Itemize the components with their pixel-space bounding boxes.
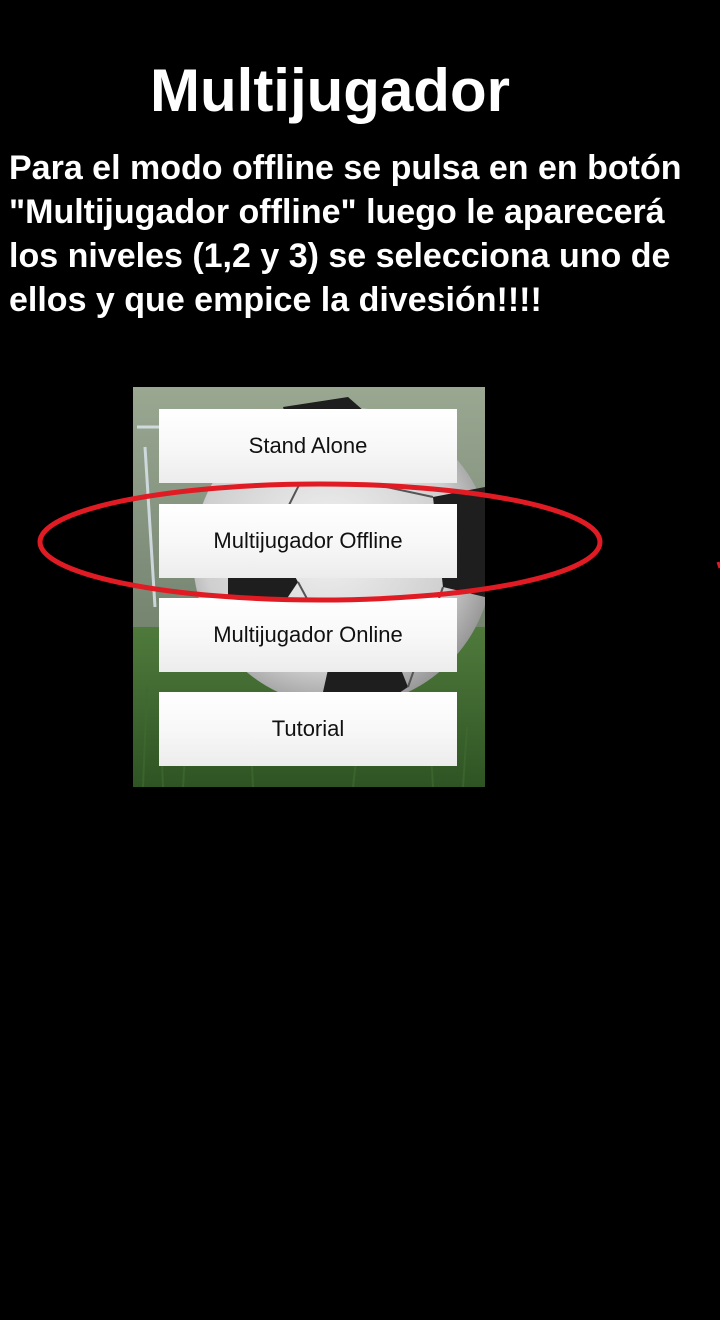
multijugador-online-button[interactable]: Multijugador Online <box>159 598 457 672</box>
multijugador-offline-button[interactable]: Multijugador Offline <box>159 504 457 578</box>
app-menu-screenshot: Stand Alone Multijugador Offline Multiju… <box>133 387 485 787</box>
instructions-text: Para el modo offline se pulsa en en botó… <box>9 149 682 319</box>
page-title: Multijugador <box>150 57 510 124</box>
tutorial-button[interactable]: Tutorial <box>159 692 457 766</box>
stand-alone-button[interactable]: Stand Alone <box>159 409 457 483</box>
